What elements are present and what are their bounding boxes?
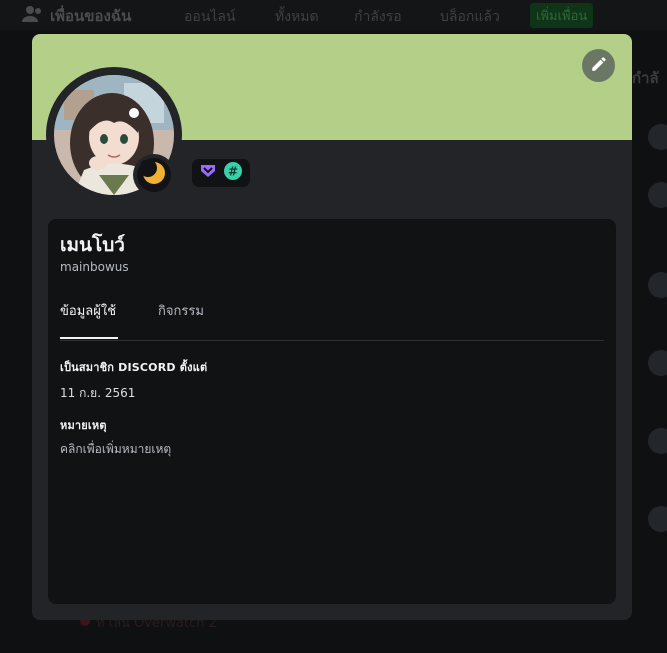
profile-info-card: เมนโบว์ mainbowus ข้อมูลผู้ใช้ กิจกรรม เ… bbox=[48, 219, 616, 604]
member-since-date: 11 ก.ย. 2561 bbox=[60, 386, 136, 400]
avatar[interactable] bbox=[648, 350, 667, 376]
status-indicator bbox=[133, 154, 175, 196]
profile-modal: # เมนโบว์ mainbowus ข้อมูลผู้ใช้ กิจกรรม… bbox=[32, 34, 632, 620]
friends-title: เพื่อนของฉัน bbox=[22, 4, 131, 28]
avatar[interactable] bbox=[648, 428, 667, 454]
avatar[interactable] bbox=[648, 506, 667, 532]
pencil-icon bbox=[590, 55, 608, 77]
tab-all[interactable]: ทั้งหมด bbox=[275, 6, 319, 28]
background-topbar: เพื่อนของฉัน ออนไลน์ ทั้งหมด กำลังรอ บล็… bbox=[0, 0, 667, 30]
tab-blocked[interactable]: บล็อกแล้ว bbox=[440, 6, 500, 28]
tab-divider bbox=[60, 340, 604, 341]
member-since-heading: เป็นสมาชิก DISCORD ตั้งแต่ bbox=[60, 361, 208, 374]
tab-online[interactable]: ออนไลน์ bbox=[184, 6, 236, 28]
add-friend-button[interactable]: เพิ่มเพื่อน bbox=[530, 3, 594, 28]
friends-icon bbox=[22, 5, 42, 27]
display-name: เมนโบว์ bbox=[60, 234, 125, 256]
avatar[interactable] bbox=[648, 182, 667, 208]
profile-badges: # bbox=[192, 159, 250, 187]
username: mainbowus bbox=[60, 260, 129, 274]
moon-icon bbox=[139, 159, 167, 190]
nitro-badge-icon[interactable] bbox=[199, 162, 217, 184]
active-now-label: กำลั bbox=[632, 69, 659, 87]
tab-pending[interactable]: กำลังรอ bbox=[354, 6, 402, 28]
hashtag-badge-icon[interactable]: # bbox=[223, 161, 243, 185]
avatar[interactable] bbox=[648, 272, 667, 298]
tab-active-indicator bbox=[60, 337, 118, 339]
edit-profile-button[interactable] bbox=[582, 49, 615, 82]
svg-text:#: # bbox=[228, 165, 238, 179]
avatar[interactable] bbox=[648, 124, 667, 150]
note-input[interactable]: คลิกเพื่อเพิ่มหมายเหตุ bbox=[60, 440, 360, 459]
tab-user-info[interactable]: ข้อมูลผู้ใช้ bbox=[60, 300, 116, 321]
tab-activity[interactable]: กิจกรรม bbox=[158, 300, 204, 321]
note-heading: หมายเหตุ bbox=[60, 419, 107, 432]
